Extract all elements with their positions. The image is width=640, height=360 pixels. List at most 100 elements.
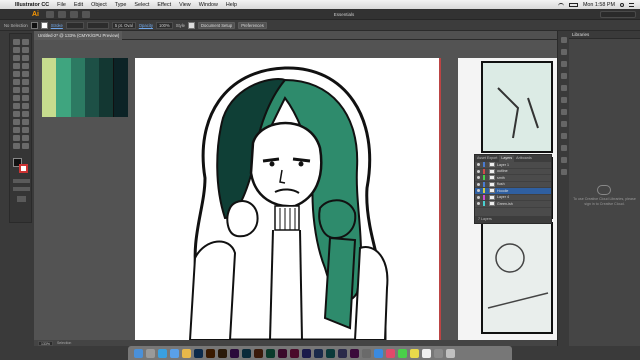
- dreamweaver-icon[interactable]: [266, 348, 275, 358]
- visibility-eye-icon[interactable]: [477, 176, 480, 180]
- type-tool-icon[interactable]: [13, 63, 20, 69]
- layers-panel-icon[interactable]: [561, 169, 567, 175]
- appearance-panel-icon[interactable]: [561, 145, 567, 151]
- rotate-tool-icon[interactable]: [13, 87, 20, 93]
- visibility-eye-icon[interactable]: [477, 182, 480, 186]
- settings-icon[interactable]: [434, 348, 443, 358]
- wifi-icon[interactable]: [557, 2, 564, 7]
- eyedropper-tool-icon[interactable]: [13, 119, 20, 125]
- selection-tool-icon[interactable]: [13, 39, 20, 45]
- pen-tool-icon[interactable]: [13, 55, 20, 61]
- visibility-eye-icon[interactable]: [477, 163, 480, 167]
- mesh-tool-icon[interactable]: [13, 111, 20, 117]
- brushes-panel-icon[interactable]: [561, 85, 567, 91]
- scale-tool-icon[interactable]: [22, 87, 29, 93]
- preferences-button[interactable]: Preferences: [238, 21, 267, 29]
- direct-selection-tool-icon[interactable]: [22, 39, 29, 45]
- notifications-icon[interactable]: [629, 2, 634, 7]
- opacity-field[interactable]: 100%: [155, 21, 173, 29]
- premiere-icon[interactable]: [230, 348, 239, 358]
- fill-swatch[interactable]: [30, 21, 38, 29]
- stroke-swatch[interactable]: [40, 21, 48, 29]
- artboard-tool-icon[interactable]: [13, 135, 20, 141]
- line-tool-icon[interactable]: [22, 63, 29, 69]
- libraries-panel-icon[interactable]: [561, 49, 567, 55]
- free-transform-tool-icon[interactable]: [22, 95, 29, 101]
- photoshop-icon[interactable]: [194, 348, 203, 358]
- character-animator-icon[interactable]: [338, 348, 347, 358]
- menu-type[interactable]: Type: [111, 2, 131, 8]
- tab-artboards[interactable]: Artboards: [514, 155, 534, 162]
- incopy-icon[interactable]: [278, 348, 287, 358]
- width-tool-icon[interactable]: [13, 95, 20, 101]
- screen-mode-icon[interactable]: [17, 196, 26, 202]
- search-input[interactable]: [599, 10, 636, 18]
- mail-icon[interactable]: [170, 348, 179, 358]
- opacity-link[interactable]: Opacity: [139, 23, 153, 28]
- menu-file[interactable]: File: [53, 2, 70, 8]
- lasso-tool-icon[interactable]: [22, 47, 29, 53]
- draw-mode-buttons[interactable]: [13, 187, 30, 191]
- column-graph-tool-icon[interactable]: [22, 127, 29, 133]
- menu-view[interactable]: View: [175, 2, 195, 8]
- graphic-styles-panel-icon[interactable]: [561, 157, 567, 163]
- trash-icon[interactable]: [446, 348, 455, 358]
- magic-wand-tool-icon[interactable]: [13, 47, 20, 53]
- stroke-weight-field[interactable]: [65, 21, 84, 29]
- bridge-icon[interactable]: [218, 348, 227, 358]
- launchpad-icon[interactable]: [146, 348, 155, 358]
- slice-tool-icon[interactable]: [22, 135, 29, 141]
- animate-icon[interactable]: [254, 348, 263, 358]
- gradient-panel-icon[interactable]: [561, 121, 567, 127]
- gradient-tool-icon[interactable]: [22, 111, 29, 117]
- perspective-grid-tool-icon[interactable]: [22, 103, 29, 109]
- arrange-documents-icon[interactable]: [70, 10, 78, 18]
- swatches-panel-icon[interactable]: [561, 73, 567, 79]
- notes-icon[interactable]: [410, 348, 419, 358]
- layer-row[interactable]: Green-ish: [475, 201, 551, 208]
- stroke-color-icon[interactable]: [19, 164, 28, 173]
- brush-definition-field[interactable]: 5 pt. Oval: [111, 21, 136, 29]
- illustrator-icon[interactable]: [206, 348, 215, 358]
- tab-asset-export[interactable]: Asset Export: [475, 155, 499, 162]
- menu-edit[interactable]: Edit: [70, 2, 87, 8]
- visibility-eye-icon[interactable]: [477, 195, 480, 199]
- messages-icon[interactable]: [398, 348, 407, 358]
- artboard[interactable]: [135, 58, 441, 340]
- bridge-icon[interactable]: [46, 10, 54, 18]
- visibility-eye-icon[interactable]: [477, 202, 480, 206]
- properties-panel-icon[interactable]: [561, 37, 567, 43]
- graphic-style-swatch[interactable]: [188, 21, 196, 29]
- clock[interactable]: Mon 1:58 PM: [583, 2, 615, 8]
- libraries-panel-title[interactable]: Libraries: [569, 31, 640, 39]
- safari-icon[interactable]: [158, 348, 167, 358]
- battery-icon[interactable]: [568, 2, 578, 7]
- visibility-eye-icon[interactable]: [477, 189, 480, 193]
- menu-effect[interactable]: Effect: [153, 2, 175, 8]
- workspace-switcher[interactable]: Essentials: [334, 12, 359, 17]
- tab-layers[interactable]: Layers: [499, 155, 515, 162]
- gpu-performance-icon[interactable]: [82, 10, 90, 18]
- eraser-tool-icon[interactable]: [22, 79, 29, 85]
- symbol-sprayer-tool-icon[interactable]: [13, 127, 20, 133]
- color-mode-buttons[interactable]: [13, 179, 30, 183]
- variable-width-field[interactable]: [86, 21, 109, 29]
- calendar-icon[interactable]: [422, 348, 431, 358]
- zoom-tool-icon[interactable]: [22, 143, 29, 149]
- shape-builder-tool-icon[interactable]: [13, 103, 20, 109]
- stroke-panel-icon[interactable]: [561, 109, 567, 115]
- transparency-panel-icon[interactable]: [561, 133, 567, 139]
- spark-icon[interactable]: [362, 348, 371, 358]
- muse-icon[interactable]: [314, 348, 323, 358]
- document-setup-button[interactable]: Document Setup: [198, 21, 236, 29]
- menu-window[interactable]: Window: [195, 2, 222, 8]
- indesign-icon[interactable]: [290, 348, 299, 358]
- media-encoder-icon[interactable]: [302, 348, 311, 358]
- menu-select[interactable]: Select: [130, 2, 153, 8]
- curvature-tool-icon[interactable]: [22, 55, 29, 61]
- symbols-panel-icon[interactable]: [561, 97, 567, 103]
- xd-icon[interactable]: [350, 348, 359, 358]
- audition-icon[interactable]: [326, 348, 335, 358]
- photos-icon[interactable]: [182, 348, 191, 358]
- lightroom-icon[interactable]: [242, 348, 251, 358]
